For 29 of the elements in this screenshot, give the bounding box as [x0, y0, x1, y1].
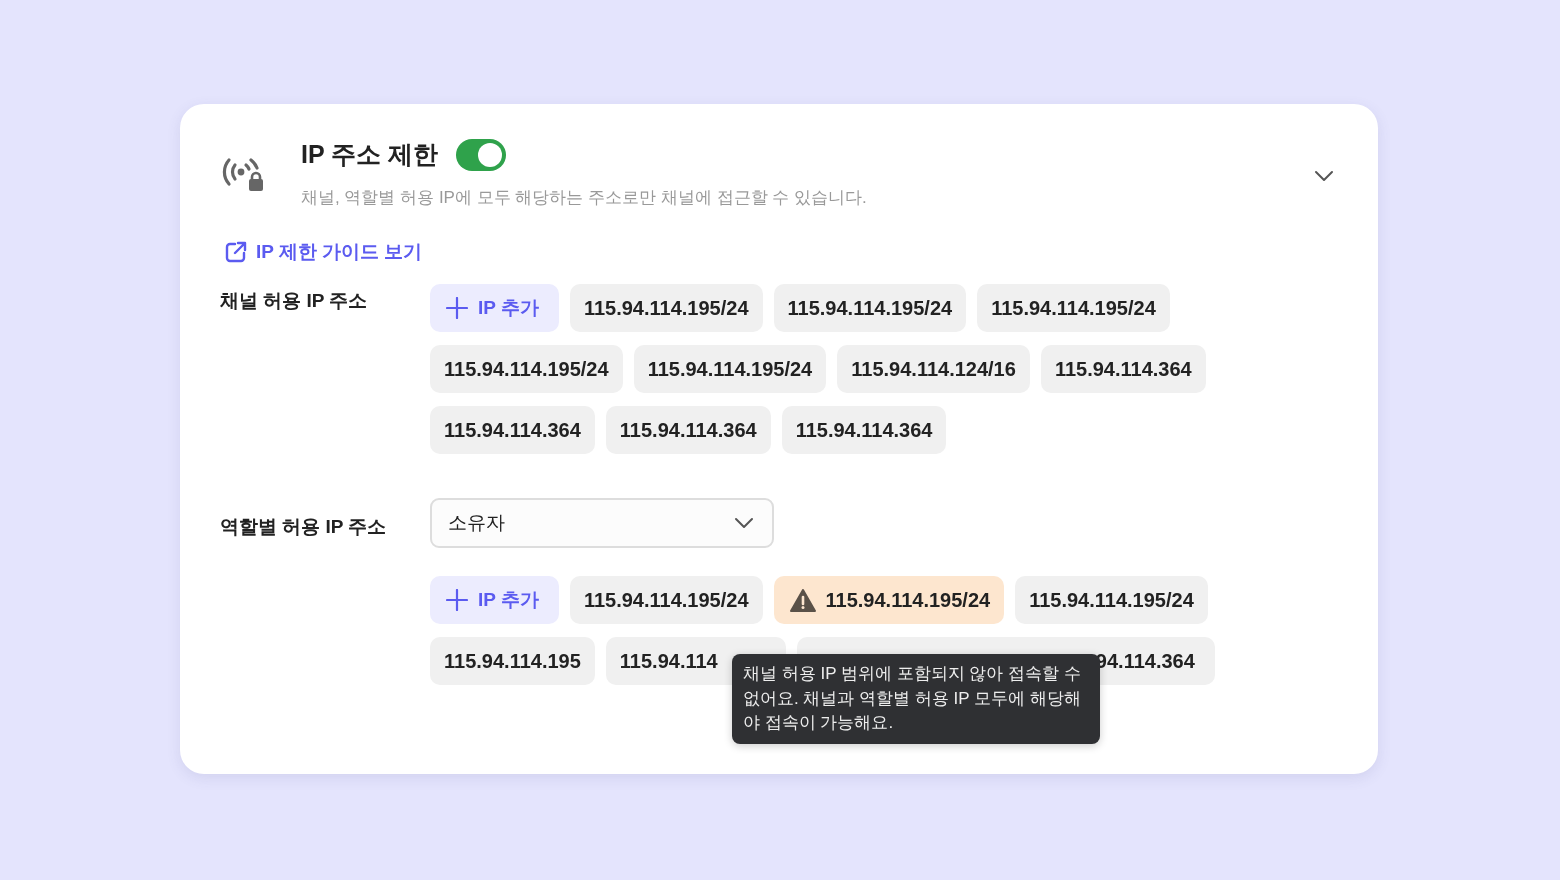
ip-chip: 115.94.114.124/16	[837, 345, 1030, 393]
field-label: 역할별 허용 IP 주소	[220, 515, 388, 539]
ip-chip: 115.94.114.195/24	[430, 345, 623, 393]
ip-chip: 115.94.114.364	[430, 406, 595, 454]
ip-chip: 115.94.114.195/24	[633, 345, 827, 393]
chevron-down-icon	[734, 517, 754, 529]
ip-chip: 115.94.114.195/24	[569, 576, 763, 624]
ip-chip: 115.94.114.364	[781, 406, 947, 454]
warning-icon	[789, 588, 816, 612]
ip-chip: 115.94.114.364	[1040, 345, 1206, 393]
ip-chip: 115.94.114.195	[430, 637, 595, 685]
external-link-icon	[224, 240, 248, 264]
role-dropdown[interactable]: 소유자	[430, 498, 774, 548]
field-label: 채널 허용 IP 주소	[220, 289, 369, 313]
toggle-switch[interactable]	[456, 138, 507, 171]
section-title: IP 주소 제한	[301, 139, 439, 170]
add-ip-button[interactable]: IP 추가	[430, 576, 559, 624]
ip-chip: 115.94.114.195/24	[977, 284, 1170, 332]
ip-chip: 115.94.114.195/24	[773, 284, 967, 332]
ip-chip: 115.94.114.195/24	[1015, 576, 1208, 624]
ip-chip: 115.94.114.364	[605, 406, 771, 454]
plus-icon	[446, 297, 468, 319]
plus-icon	[446, 589, 468, 611]
description-text: 채널, 역할별 허용 IP에 모두 해당하는 주소로만 채널에 접근할 수 있습니다.	[301, 187, 868, 209]
ip-chip: 115.94.114.195/24	[569, 284, 763, 332]
chevron-down-icon	[1314, 170, 1334, 182]
guide-link[interactable]: IP 제한 가이드 보기	[224, 239, 423, 265]
add-ip-button[interactable]: IP 추가	[430, 284, 559, 332]
warning-ip-chip: 115.94.114.195/24	[773, 576, 1005, 624]
